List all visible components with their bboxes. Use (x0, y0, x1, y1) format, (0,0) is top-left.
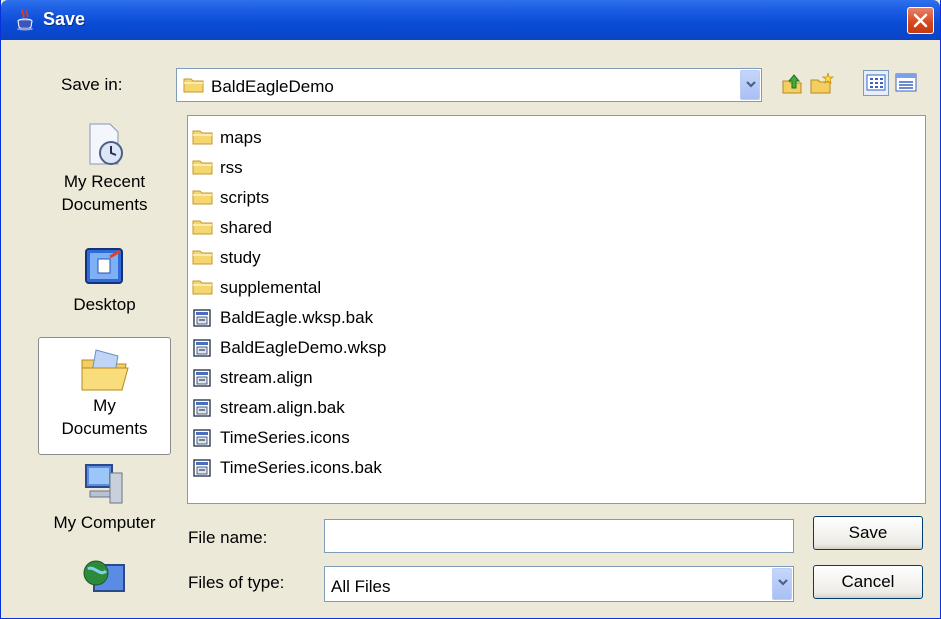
file-list-item[interactable]: scripts (192, 183, 269, 213)
file-list-item-name: TimeSeries.icons (220, 428, 350, 447)
create-new-folder-icon[interactable] (809, 72, 835, 96)
title-bar[interactable]: Save (1, 0, 940, 40)
file-list-item-name: study (220, 248, 261, 267)
cancel-button[interactable]: Cancel (813, 565, 923, 599)
file-list-item-name: shared (220, 218, 272, 237)
folder-icon (192, 248, 214, 268)
file-list-item-name: BaldEagleDemo.wksp (220, 338, 387, 357)
file-list-item[interactable]: rss (192, 153, 243, 183)
document-icon (192, 308, 214, 328)
details-view-icon[interactable] (894, 71, 918, 95)
places-recent-documents[interactable]: My Recent Documents (38, 120, 171, 240)
folder-icon (192, 188, 214, 208)
places-recent-line1: My Recent (63, 172, 146, 191)
places-bar: My Recent Documents Desktop My Documents (36, 115, 173, 600)
file-name-input[interactable] (324, 519, 794, 553)
save-in-value: BaldEagleDemo (211, 77, 334, 96)
files-of-type-value: All Files (331, 577, 391, 596)
save-button[interactable]: Save (813, 516, 923, 550)
network-icon (83, 560, 125, 592)
document-icon (192, 428, 214, 448)
file-list-item[interactable]: maps (192, 123, 262, 153)
folder-icon (192, 218, 214, 238)
places-desktop-label: Desktop (73, 295, 136, 314)
places-my-computer[interactable]: My Computer (38, 459, 171, 549)
document-icon (192, 338, 214, 358)
file-list-item-name: stream.align.bak (220, 398, 345, 417)
file-list-item[interactable]: stream.align (192, 363, 313, 393)
file-list-item[interactable]: stream.align.bak (192, 393, 345, 423)
places-network[interactable] (38, 555, 171, 600)
places-my-documents-line1: My (93, 396, 116, 415)
files-of-type-label: Files of type: (188, 573, 285, 592)
file-list-item[interactable]: shared (192, 213, 272, 243)
my-documents-icon (81, 349, 129, 391)
file-list-item-name: BaldEagle.wksp.bak (220, 308, 374, 327)
file-list-item-name: maps (220, 128, 262, 147)
file-list-item-name: scripts (220, 188, 270, 207)
save-in-dropdown-arrow[interactable] (740, 70, 760, 100)
java-cup-icon (15, 9, 35, 31)
file-list-item-name: stream.align (220, 368, 313, 387)
chevron-down-icon (778, 579, 788, 586)
file-list-item[interactable]: TimeSeries.icons (192, 423, 350, 453)
places-my-documents[interactable]: My Documents (38, 337, 171, 455)
files-of-type-dropdown[interactable]: All Files (324, 566, 794, 602)
document-icon (192, 458, 214, 478)
document-icon (192, 398, 214, 418)
file-list-item-name: TimeSeries.icons.bak (220, 458, 382, 477)
save-dialog: Save Save in: BaldEagleDemo My Recent Do… (0, 0, 941, 619)
close-icon (913, 13, 928, 28)
close-button[interactable] (907, 7, 934, 34)
file-list-item[interactable]: TimeSeries.icons.bak (192, 453, 382, 483)
folder-icon (192, 158, 214, 178)
file-list-item[interactable]: BaldEagleDemo.wksp (192, 333, 386, 363)
recent-documents-icon (89, 123, 123, 165)
folder-icon (183, 76, 205, 94)
places-my-computer-label: My Computer (53, 513, 156, 532)
my-computer-icon (84, 464, 122, 504)
places-my-documents-line2: Documents (61, 419, 148, 438)
save-in-dropdown[interactable]: BaldEagleDemo (176, 68, 762, 102)
chevron-down-icon (746, 81, 756, 88)
places-recent-line2: Documents (61, 195, 148, 214)
file-list-item[interactable]: supplemental (192, 273, 321, 303)
folder-icon (192, 278, 214, 298)
file-list[interactable]: maps rss scripts shared study supplemental Bal… (187, 115, 926, 504)
files-of-type-dropdown-arrow[interactable] (772, 568, 792, 600)
file-name-label: File name: (188, 528, 268, 547)
file-list-item-name: rss (220, 158, 243, 177)
dialog-title: Save (43, 9, 86, 29)
file-list-item[interactable]: BaldEagle.wksp.bak (192, 303, 373, 333)
list-view-icon[interactable] (863, 70, 889, 96)
places-desktop[interactable]: Desktop (38, 243, 171, 333)
up-one-level-icon[interactable] (781, 72, 805, 96)
desktop-icon (84, 248, 123, 284)
folder-icon (192, 128, 214, 148)
document-icon (192, 368, 214, 388)
file-list-item-name: supplemental (220, 278, 322, 297)
file-list-item[interactable]: study (192, 243, 261, 273)
save-in-label: Save in: (61, 75, 123, 94)
